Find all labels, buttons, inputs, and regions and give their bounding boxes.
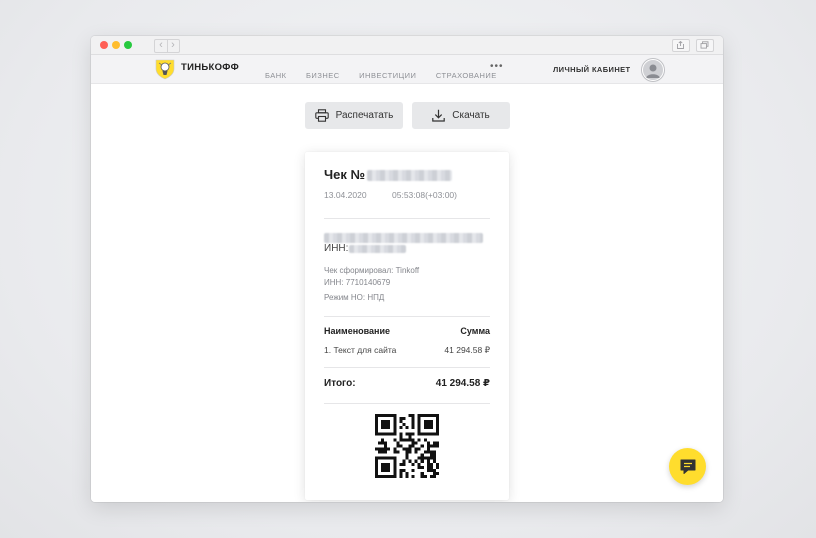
seller-name-redacted [324, 233, 483, 243]
receipt-item-sum: 41 294.58 ₽ [444, 345, 490, 355]
chat-icon [680, 459, 695, 474]
browser-titlebar: ‹ › [91, 36, 723, 55]
site-header: ТИНЬКОФФ БАНК БИЗНЕС ИНВЕСТИЦИИ СТРАХОВА… [91, 55, 723, 84]
total-value: 41 294.58 ₽ [435, 378, 490, 389]
tax-mode: Режим НО: НПД [324, 293, 385, 302]
tinkoff-emblem-icon [155, 59, 175, 80]
download-button-label: Скачать [452, 110, 490, 121]
nav-link-investments[interactable]: ИНВЕСТИЦИИ [359, 71, 416, 80]
avatar[interactable] [642, 59, 664, 81]
formed-by: Чек сформировал: Tinkoff [324, 266, 420, 275]
divider [324, 367, 490, 368]
print-button-label: Распечатать [335, 110, 394, 121]
download-button[interactable]: Скачать [412, 102, 510, 129]
download-icon [432, 109, 446, 122]
receipt-item-name: 1. Текст для сайта [324, 345, 397, 355]
divider [324, 218, 490, 219]
seller-inn-redacted [349, 245, 406, 253]
print-button[interactable]: Распечатать [305, 102, 403, 129]
main-nav: БАНК БИЗНЕС ИНВЕСТИЦИИ СТРАХОВАНИЕ [265, 65, 512, 83]
share-icon[interactable] [672, 39, 690, 52]
total-label: Итого: [324, 378, 356, 389]
nav-link-business[interactable]: БИЗНЕС [306, 71, 340, 80]
receipt-number-redacted [367, 170, 452, 181]
page-content: Распечатать Скачать Чек № 13.04.2020 05:… [91, 84, 723, 502]
column-name-header: Наименование [324, 326, 391, 336]
nav-link-insurance[interactable]: СТРАХОВАНИЕ [436, 71, 497, 80]
receipt-time: 05:53:08(+03:00) [392, 190, 457, 200]
chevron-left-icon[interactable]: ‹ [154, 39, 168, 53]
divider [324, 403, 490, 404]
column-sum-header: Сумма [460, 326, 490, 336]
tabs-icon[interactable] [696, 39, 714, 52]
nav-link-bank[interactable]: БАНК [265, 71, 287, 80]
seller-inn-label: ИНН: [324, 243, 349, 254]
close-window-button[interactable] [100, 41, 108, 49]
personal-account-link[interactable]: ЛИЧНЫЙ КАБИНЕТ [553, 65, 631, 74]
minimize-window-button[interactable] [112, 41, 120, 49]
browser-window: ‹ › ТИНЬКОФФ БАНК БИЗНЕС ИНВЕСТИЦИИ СТРА… [91, 36, 723, 502]
maximize-window-button[interactable] [124, 41, 132, 49]
more-menu-icon[interactable]: ••• [490, 61, 504, 72]
qr-code [375, 414, 439, 478]
receipt-card: Чек № 13.04.2020 05:53:08(+03:00) ИНН: Ч… [305, 152, 509, 500]
user-icon [646, 64, 660, 78]
receipt-title: Чек № [324, 167, 365, 182]
chat-button[interactable] [669, 448, 706, 485]
divider [324, 316, 490, 317]
receipt-date: 13.04.2020 [324, 190, 367, 200]
chevron-right-icon[interactable]: › [167, 39, 180, 53]
tinkoff-inn: ИНН: 7710140679 [324, 278, 391, 287]
printer-icon [314, 109, 329, 122]
brand-name: ТИНЬКОФФ [181, 62, 239, 73]
